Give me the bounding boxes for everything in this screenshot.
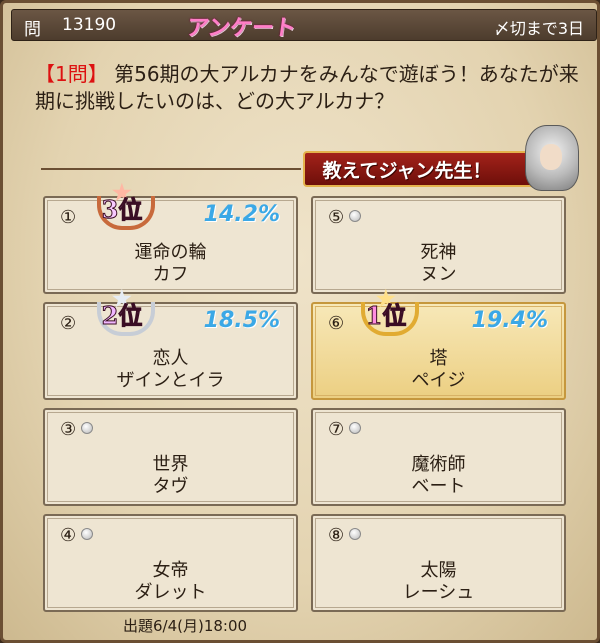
option-label: 運命の輪 カフ [45,242,296,286]
avatar-face [540,144,562,170]
option-label: 太陽 レーシュ [313,560,564,604]
option-name: 塔 [429,348,448,369]
option-number: ⑦ [328,419,345,440]
option-percent: 19.4% [471,308,548,333]
option-card-8[interactable]: ⑧ 太陽 レーシュ [311,514,566,612]
option-name: 太陽 [420,560,457,581]
option-card-6[interactable]: ⑥ 塔 ペイジ 19.4% [311,302,566,400]
option-number: ① [60,207,77,228]
rank-label: 3位 [101,195,143,224]
option-number: ⑧ [328,525,345,546]
option-card-1[interactable]: ① 運命の輪 カフ 14.2% [43,196,298,294]
option-card-4[interactable]: ④ 女帝 ダレット [43,514,298,612]
survey-panel: 問 13190 アンケート 〆切まで3日 【1問】 第56期の大アルカナをみんな… [0,0,600,643]
rank-badge-1: ★ 1位 [355,288,419,338]
option-sub: ヌン [420,264,457,285]
option-card-5[interactable]: ⑤ 死神 ヌン [311,196,566,294]
option-sub: ダレット [134,582,207,603]
rank-label: 1位 [365,301,407,330]
deadline-label: 〆切まで3日 [493,19,584,38]
radio-dot-icon [349,210,361,222]
survey-title: アンケート [184,15,298,41]
option-number: ④ [60,525,77,546]
option-name: 世界 [152,454,189,475]
option-name: 魔術師 [411,454,466,475]
option-label: 塔 ペイジ [313,348,564,392]
option-number: ⑤ [328,207,345,228]
option-name: 死神 [420,242,457,263]
survey-header: 問 13190 アンケート 〆切まで3日 [11,9,597,41]
option-sub: ベート [411,476,466,497]
question-prefix: 問 [24,20,42,40]
option-sub: ザインとイラ [116,370,225,391]
question-text: 第56期の大アルカナをみんなで遊ぼう！あなたが来期に挑戦したいのは、どの大アルカ… [35,62,579,113]
option-label: 女帝 ダレット [45,560,296,604]
issued-date: 出題6/4(月)18:00 [123,617,248,635]
radio-dot-icon [81,422,93,434]
rank-label: 2位 [101,301,143,330]
option-name: 女帝 [152,560,189,581]
option-percent: 14.2% [203,202,280,227]
question-text-block: 【1問】 第56期の大アルカナをみんなで遊ぼう！あなたが来期に挑戦したいのは、ど… [35,61,585,115]
option-card-3[interactable]: ③ 世界 タヴ [43,408,298,506]
option-number: ② [60,313,77,334]
radio-dot-icon [349,422,361,434]
option-sub: レーシュ [402,582,475,603]
question-number: 13190 [62,15,117,35]
ask-teacher-label: 教えてジャン先生！ [322,159,492,182]
option-card-7[interactable]: ⑦ 魔術師 ベート [311,408,566,506]
rank-badge-3: ★ 3位 [91,182,155,232]
option-number: ③ [60,419,77,440]
divider [41,168,301,170]
option-label: 死神 ヌン [313,242,564,286]
option-card-2[interactable]: ② 恋人 ザインとイラ 18.5% [43,302,298,400]
option-sub: カフ [152,264,189,285]
radio-dot-icon [81,528,93,540]
option-sub: ペイジ [411,370,466,391]
option-number: ⑥ [328,313,345,334]
radio-dot-icon [349,528,361,540]
rank-badge-2: ★ 2位 [91,288,155,338]
option-name: 恋人 [152,348,189,369]
ask-teacher-button[interactable]: 教えてジャン先生！ [303,151,541,187]
question-tag: 【1問】 [35,62,108,86]
teacher-avatar[interactable] [525,125,579,191]
option-label: 恋人 ザインとイラ [45,348,296,392]
option-sub: タヴ [152,476,189,497]
option-label: 魔術師 ベート [313,454,564,498]
option-name: 運命の輪 [134,242,207,263]
option-percent: 18.5% [203,308,280,333]
option-label: 世界 タヴ [45,454,296,498]
